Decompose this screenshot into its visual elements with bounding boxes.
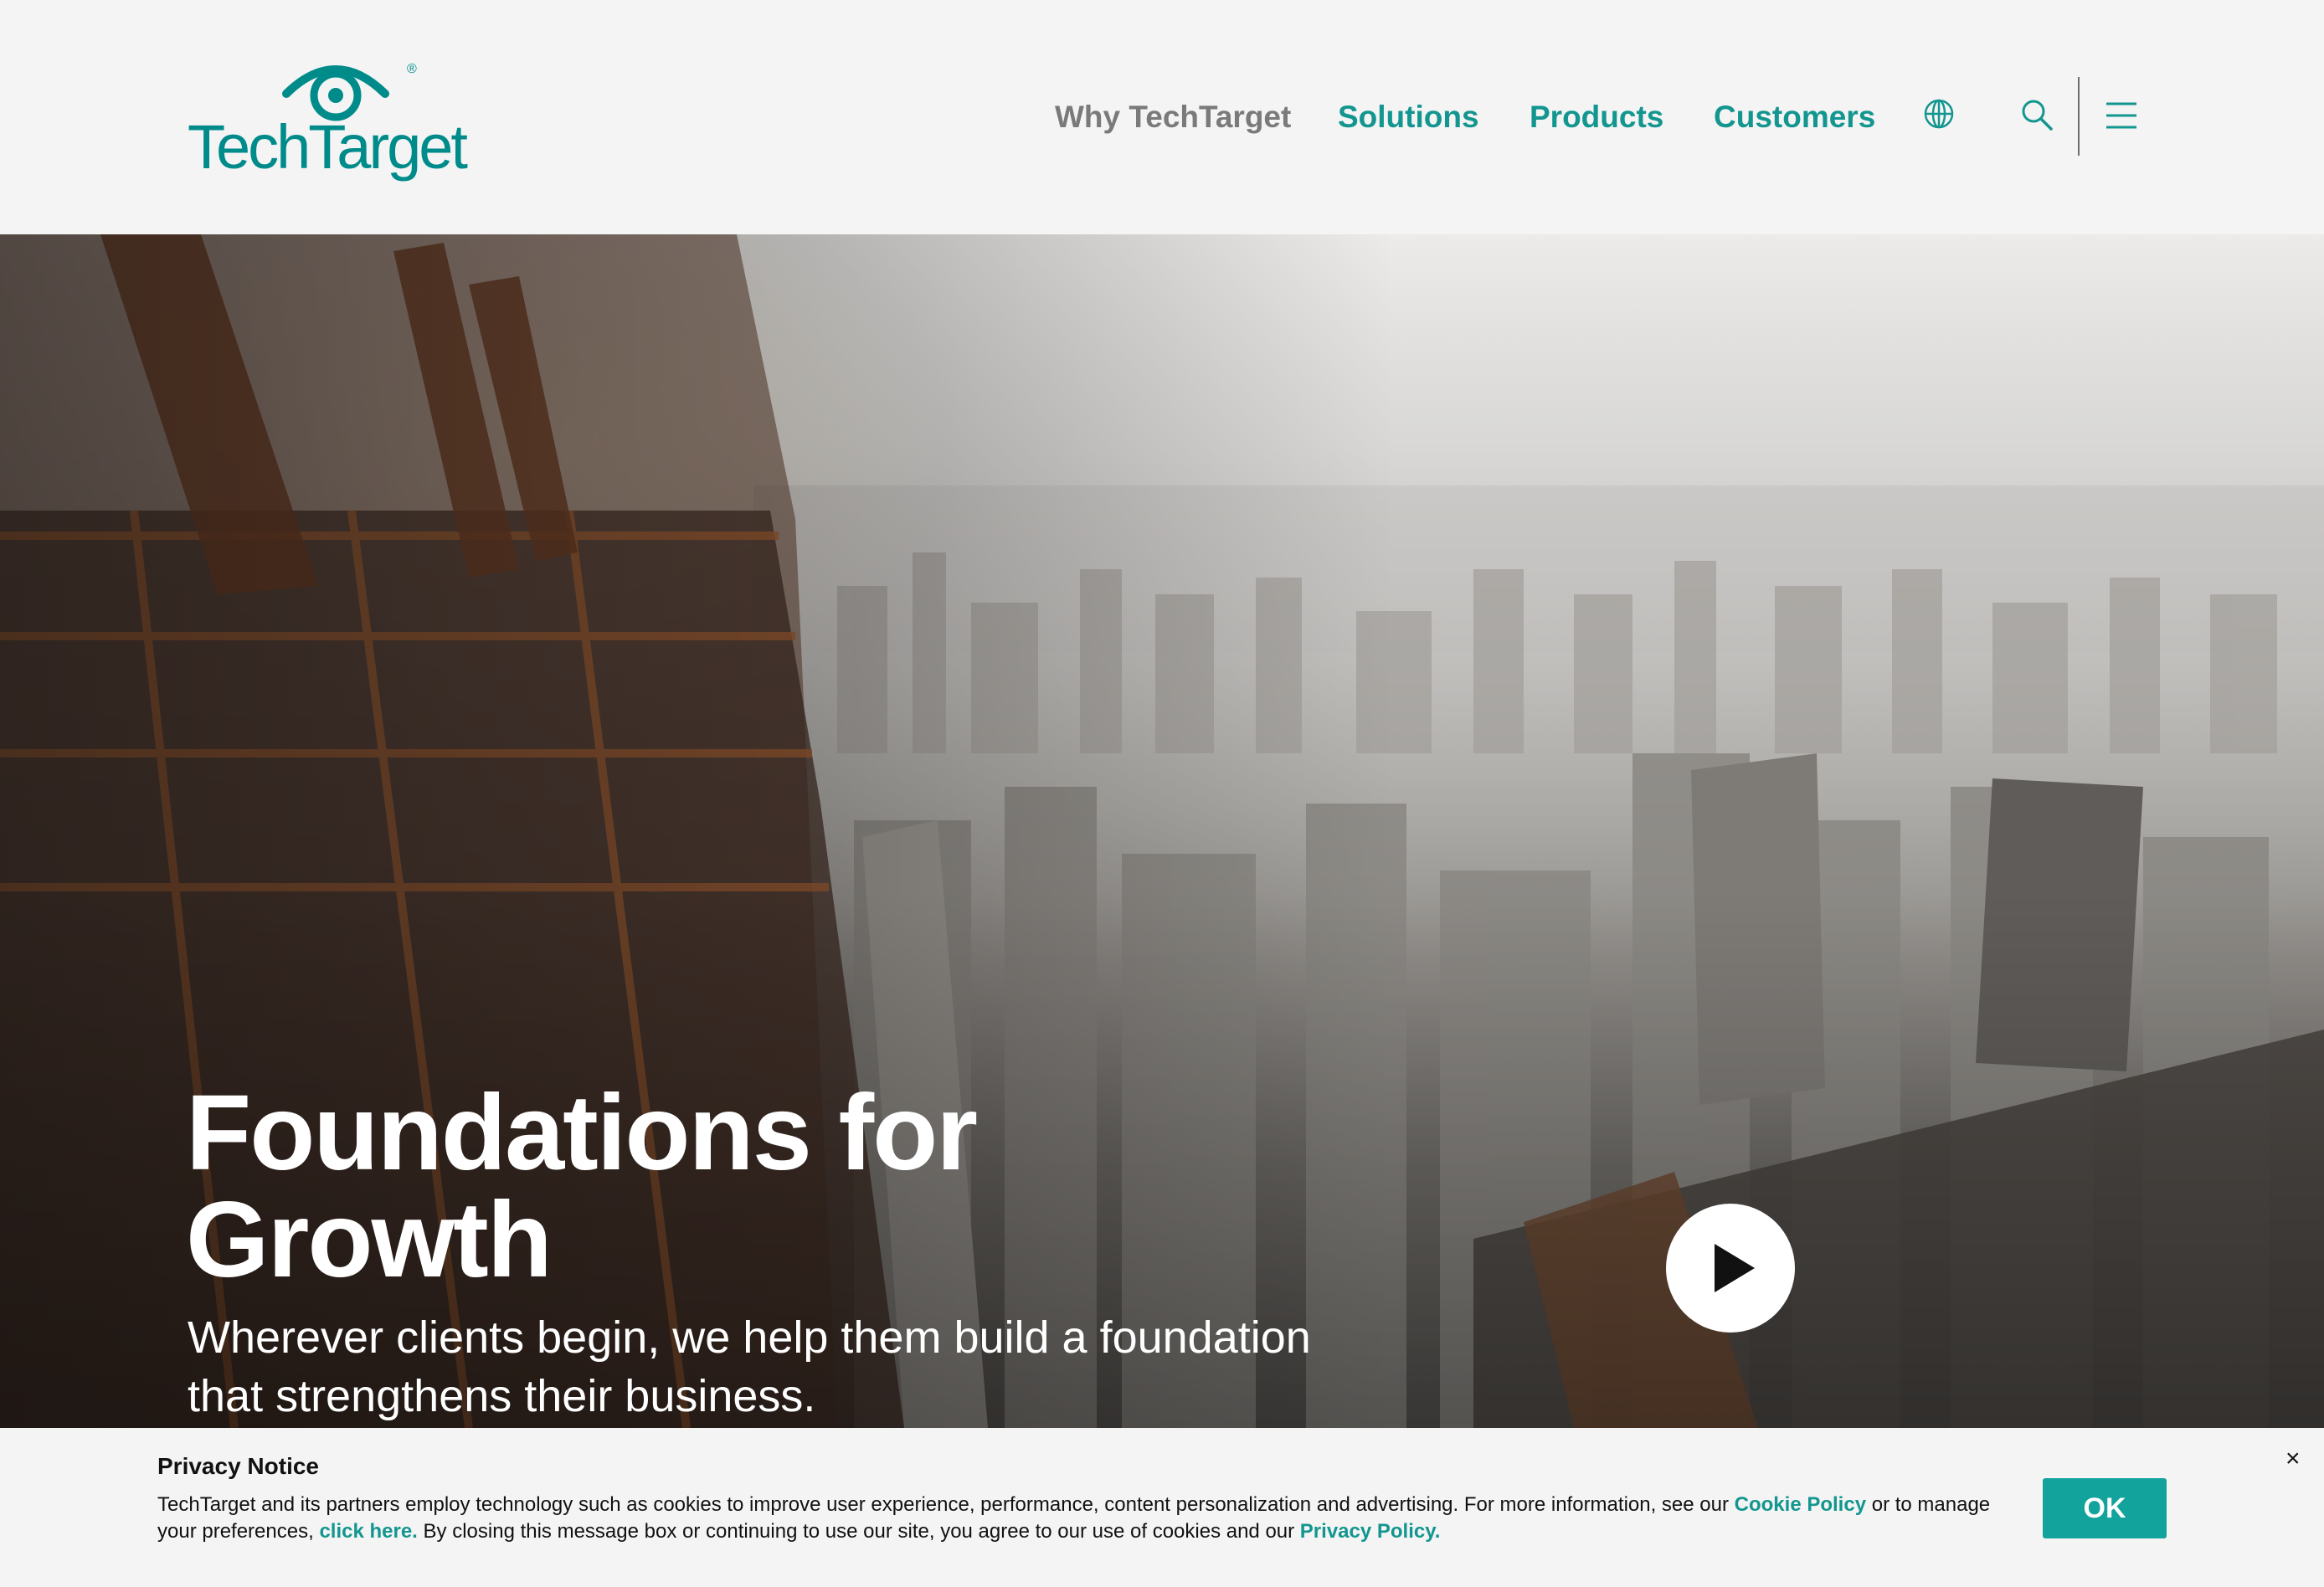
privacy-notice-title: Privacy Notice — [157, 1453, 319, 1479]
play-video-button[interactable] — [1666, 1204, 1795, 1333]
manage-preferences-link[interactable]: click here. — [319, 1520, 417, 1543]
privacy-text-part-3: By closing this message box or continuin… — [417, 1520, 1300, 1543]
privacy-policy-link[interactable]: Privacy Policy. — [1300, 1520, 1441, 1543]
search-icon[interactable] — [2019, 97, 2054, 132]
nav-products[interactable]: Products — [1530, 95, 1663, 139]
privacy-notice-text: TechTarget and its partners employ techn… — [157, 1492, 1999, 1545]
close-banner-icon[interactable]: × — [2285, 1446, 2301, 1471]
hero-subtitle-line-1: Wherever clients begin, we help them bui… — [188, 1312, 1311, 1363]
hero-title-line-2: Growth — [186, 1180, 553, 1300]
hero-section: Foundations for Growth Wherever clients … — [0, 234, 2324, 1428]
hero-title-line-1: Foundations for — [186, 1073, 978, 1193]
accept-ok-button[interactable]: OK — [2043, 1478, 2167, 1538]
hero-subtitle: Wherever clients begin, we help them bui… — [188, 1308, 1360, 1425]
privacy-text-part-1: TechTarget and its partners employ techn… — [157, 1493, 1735, 1516]
globe-icon[interactable] — [1922, 97, 1956, 131]
nav-why-techtarget[interactable]: Why TechTarget — [1055, 95, 1291, 139]
nav-customers[interactable]: Customers — [1714, 95, 1875, 139]
hero-subtitle-line-2: that strengthens their business. — [188, 1371, 816, 1421]
main-nav: Why TechTarget Solutions Products Custom… — [0, 95, 2324, 146]
registered-mark: ® — [407, 62, 417, 76]
site-header: ® TechTarget Why TechTarget Solutions Pr… — [0, 0, 2324, 234]
nav-divider — [2078, 77, 2080, 156]
cookie-policy-link[interactable]: Cookie Policy — [1735, 1493, 1866, 1516]
privacy-notice-banner: Privacy Notice TechTarget and its partne… — [0, 1428, 2324, 1587]
hamburger-menu-icon[interactable] — [2105, 100, 2138, 131]
nav-solutions[interactable]: Solutions — [1338, 95, 1479, 139]
hero-title: Foundations for Growth — [186, 1080, 1274, 1294]
play-icon — [1715, 1244, 1755, 1292]
